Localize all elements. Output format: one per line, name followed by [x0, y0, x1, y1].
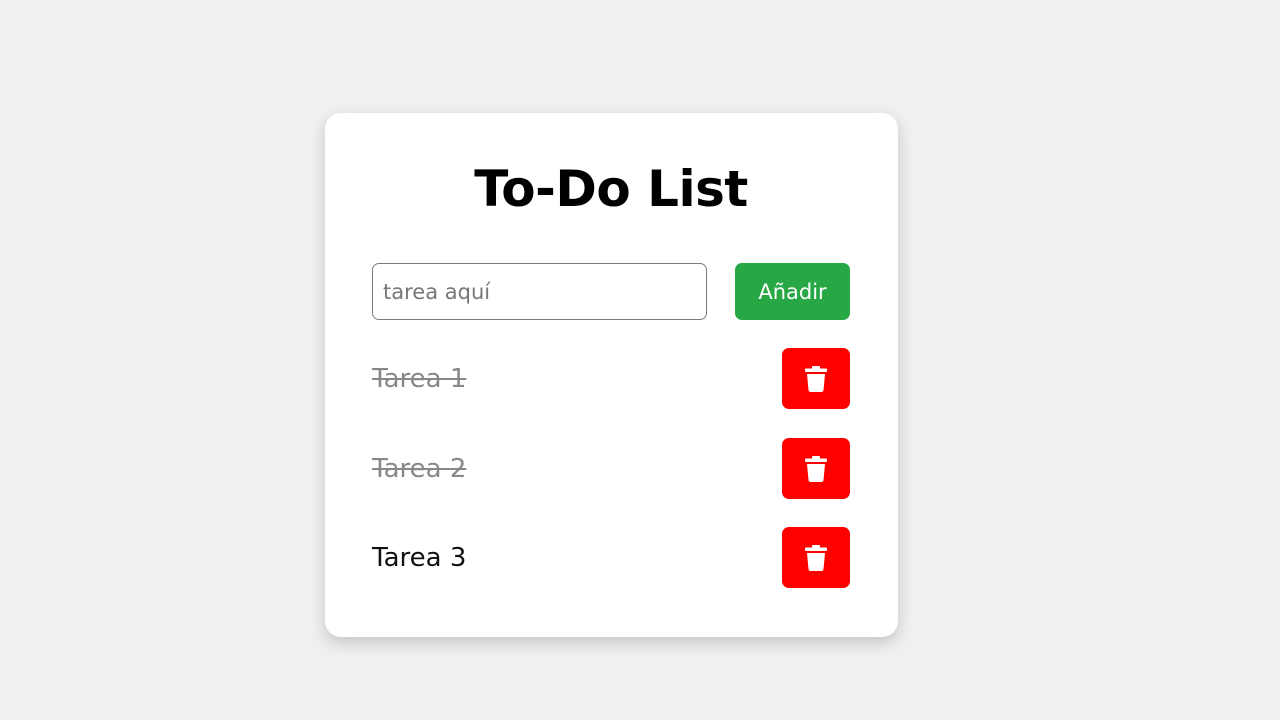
- add-task-button[interactable]: Añadir: [735, 263, 850, 320]
- trash-icon: [805, 365, 827, 392]
- trash-icon: [805, 544, 827, 571]
- task-item-2[interactable]: Tarea 2: [372, 438, 850, 499]
- trash-icon: [805, 455, 827, 482]
- task-label[interactable]: Tarea 3: [372, 545, 466, 571]
- task-item-1[interactable]: Tarea 1: [372, 348, 850, 409]
- task-label[interactable]: Tarea 2: [372, 456, 466, 482]
- delete-task-button[interactable]: [782, 527, 850, 588]
- task-label[interactable]: Tarea 1: [372, 366, 466, 392]
- delete-task-button[interactable]: [782, 348, 850, 409]
- task-item-3[interactable]: Tarea 3: [372, 527, 850, 588]
- page-title: To-Do List: [474, 160, 748, 218]
- delete-task-button[interactable]: [782, 438, 850, 499]
- task-input[interactable]: [372, 263, 707, 320]
